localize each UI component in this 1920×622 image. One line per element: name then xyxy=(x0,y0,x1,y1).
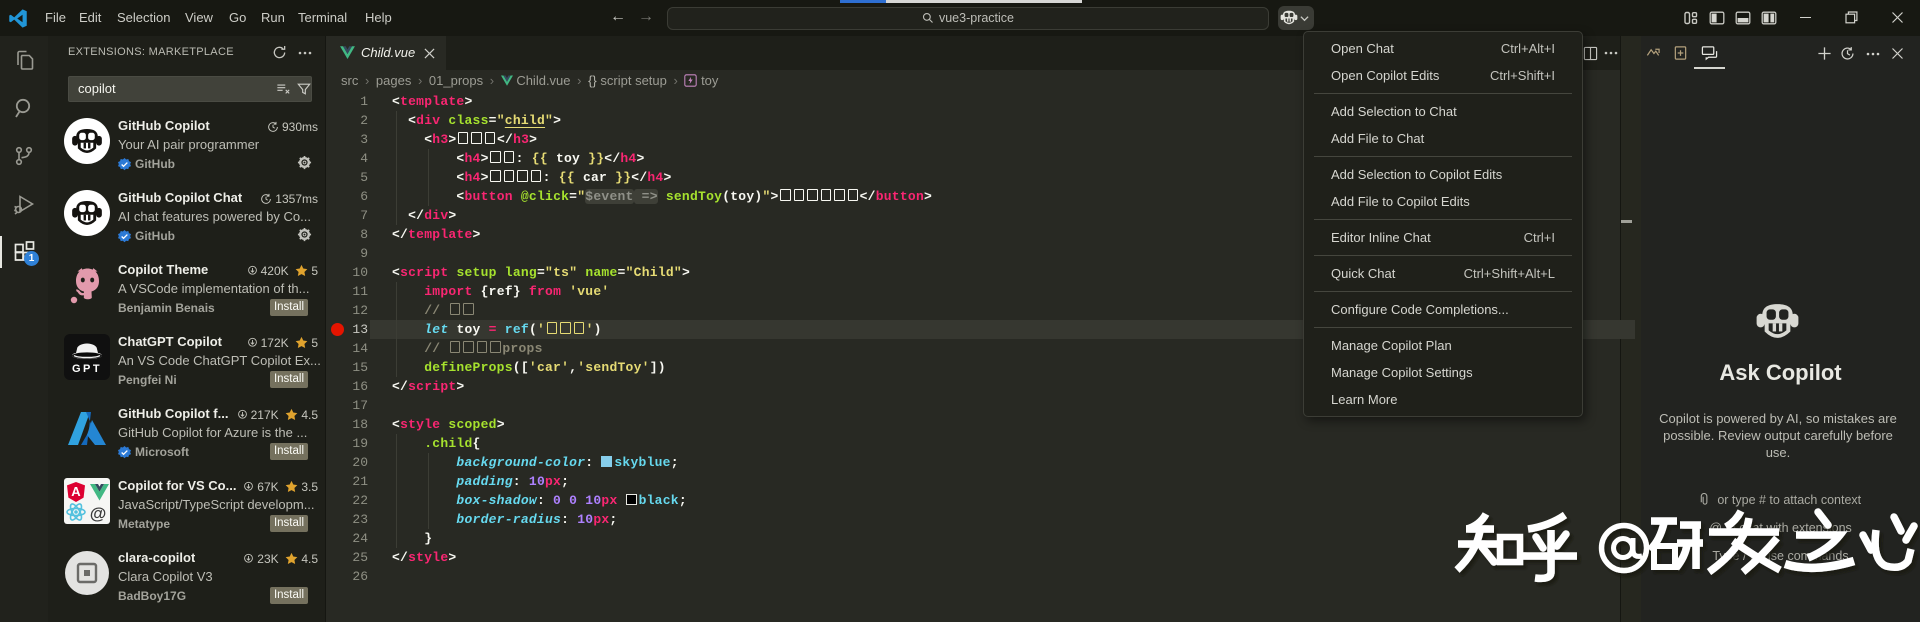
svg-text:@: @ xyxy=(90,504,107,523)
svg-text:GPT: GPT xyxy=(72,363,102,375)
svg-text:A: A xyxy=(71,484,81,499)
